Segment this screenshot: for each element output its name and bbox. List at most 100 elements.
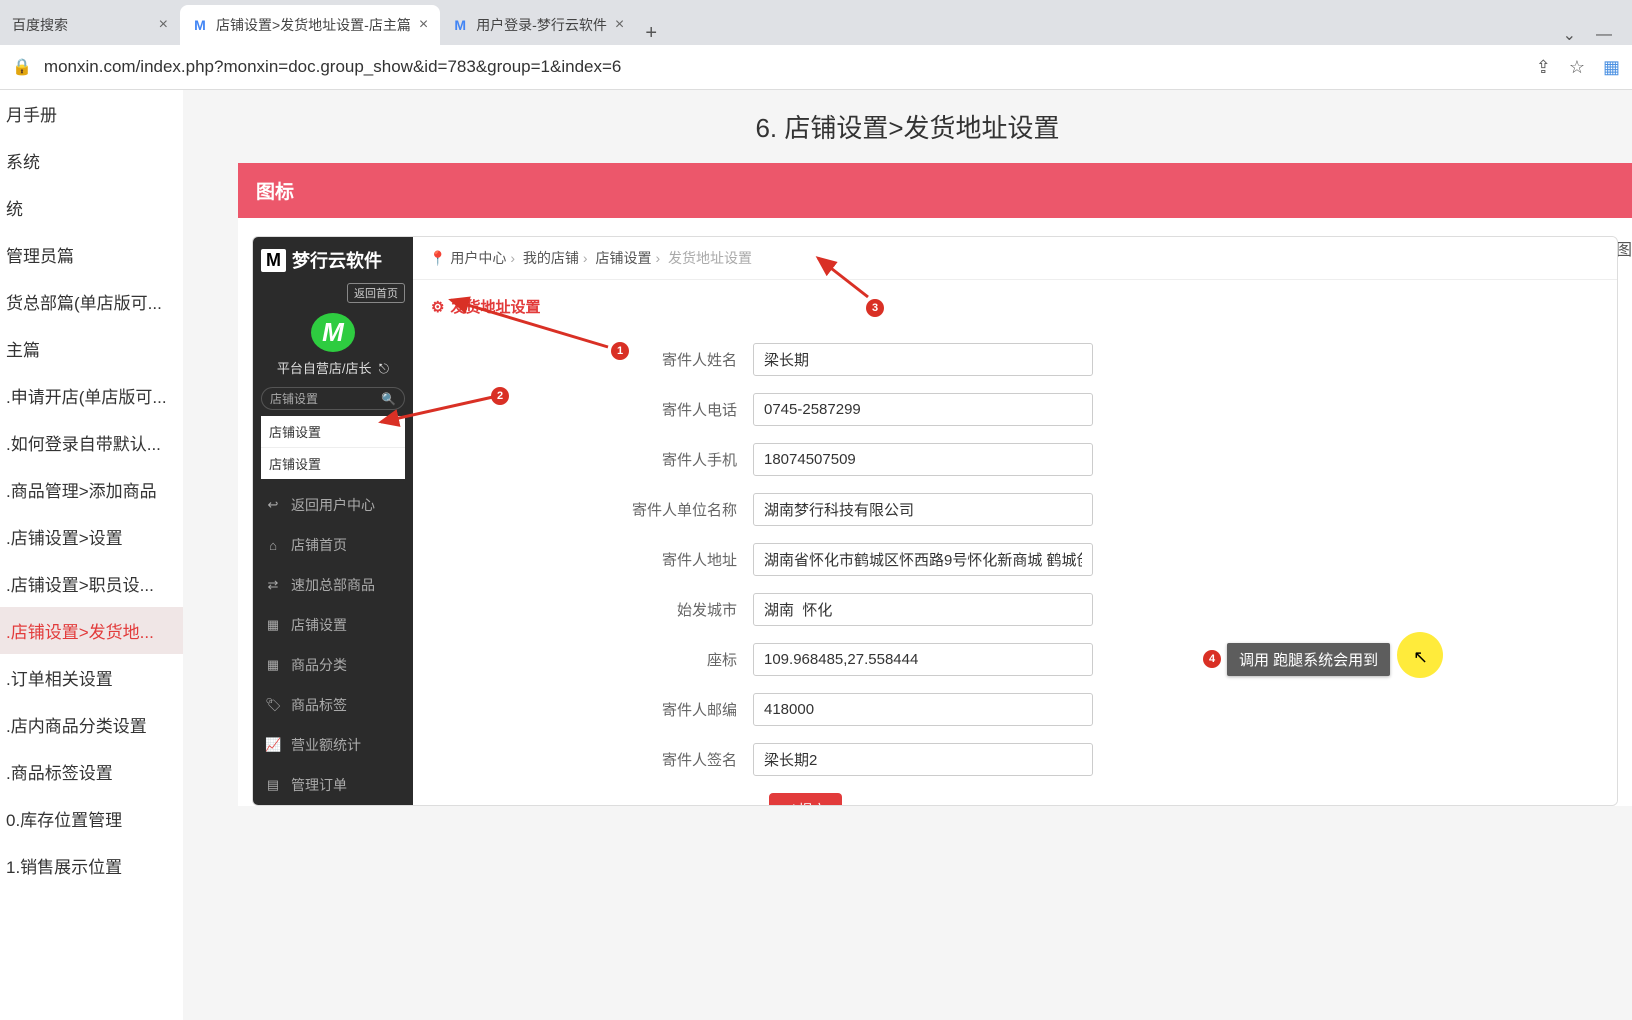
- cursor-icon: ↖: [1413, 647, 1428, 668]
- doc-item[interactable]: .店内商品分类设置: [0, 701, 183, 748]
- doc-item[interactable]: .如何登录自带默认...: [0, 419, 183, 466]
- input-signature[interactable]: [753, 743, 1093, 776]
- grid-icon: ▦: [265, 617, 281, 633]
- label-sender-company: 寄件人单位名称: [413, 499, 753, 520]
- doc-item[interactable]: 月手册: [0, 90, 183, 137]
- input-postcode[interactable]: [753, 693, 1093, 726]
- return-home-button[interactable]: 返回首页: [347, 283, 405, 303]
- store-name: 平台自营店/店长 ⎋: [253, 358, 413, 383]
- doc-item[interactable]: .订单相关设置: [0, 654, 183, 701]
- doc-item[interactable]: 系统: [0, 137, 183, 184]
- label-postcode: 寄件人邮编: [413, 699, 753, 720]
- menu-quick-add[interactable]: ⇄速加总部商品: [253, 565, 413, 605]
- doc-item[interactable]: 管理员篇: [0, 231, 183, 278]
- chevron-down-icon[interactable]: ⌄: [1563, 25, 1576, 45]
- menu-product-tag[interactable]: 🏷商品标签: [253, 685, 413, 725]
- dropdown-item[interactable]: 店铺设置: [261, 448, 405, 479]
- input-coords[interactable]: [753, 643, 1093, 676]
- location-icon: 📍: [429, 250, 446, 266]
- card-header: 图标: [238, 163, 1632, 218]
- menu-store-settings[interactable]: ▦店铺设置: [253, 605, 413, 645]
- chart-icon: 📈: [265, 737, 281, 753]
- input-origin-city[interactable]: [753, 593, 1093, 626]
- menu-return-user[interactable]: ↩返回用户中心: [253, 485, 413, 525]
- browser-tab-1[interactable]: M 店铺设置>发货地址设置-店主篇 ×: [180, 5, 440, 45]
- window-controls: ⌄ —: [1563, 25, 1632, 45]
- annotation-badge-3: 3: [866, 299, 884, 317]
- tab-title: 用户登录-梦行云软件: [476, 15, 607, 35]
- bc-item[interactable]: 我的店铺: [523, 250, 579, 266]
- bc-item[interactable]: 用户中心: [450, 250, 506, 266]
- submit-button[interactable]: ✓ 提交: [769, 793, 842, 806]
- annotation-arrow-2: [373, 392, 503, 432]
- doc-sidebar: 月手册 系统 统 管理员篇 货总部篇(单店版可... 主篇 .申请开店(单店版可…: [0, 90, 183, 1020]
- url-text[interactable]: monxin.com/index.php?monxin=doc.group_sh…: [44, 57, 1524, 77]
- minimize-icon[interactable]: —: [1596, 26, 1612, 44]
- input-sender-address[interactable]: [753, 543, 1093, 576]
- new-tab-button[interactable]: +: [636, 22, 666, 45]
- doc-item[interactable]: 货总部篇(单店版可...: [0, 278, 183, 325]
- search-value: 店铺设置: [270, 390, 381, 407]
- avatar[interactable]: M: [311, 313, 355, 352]
- brand-text: 梦行云软件: [292, 247, 382, 273]
- logo-icon: M: [261, 249, 286, 272]
- doc-item[interactable]: .商品标签设置: [0, 748, 183, 795]
- label-origin-city: 始发城市: [413, 599, 753, 620]
- browser-tab-strip: 百度搜索 × M 店铺设置>发货地址设置-店主篇 × M 用户登录-梦行云软件 …: [0, 0, 1632, 45]
- menu-orders[interactable]: ▤管理订单: [253, 765, 413, 805]
- browser-tab-2[interactable]: M 用户登录-梦行云软件 ×: [440, 5, 636, 45]
- favicon-icon: M: [452, 17, 468, 33]
- input-sender-mobile[interactable]: [753, 443, 1093, 476]
- page-title: 6. 店铺设置>发货地址设置: [183, 90, 1632, 163]
- menu-product-cat[interactable]: ▦商品分类: [253, 645, 413, 685]
- tab-title: 店铺设置>发货地址设置-店主篇: [216, 15, 411, 35]
- label-sender-name: 寄件人姓名: [413, 349, 753, 370]
- input-sender-phone[interactable]: [753, 393, 1093, 426]
- address-bar: 🔒 monxin.com/index.php?monxin=doc.group_…: [0, 45, 1632, 90]
- app-main: 📍 用户中心› 我的店铺› 店铺设置› 发货地址设置 ⚙ 发货地址设置 寄件人姓…: [413, 237, 1617, 805]
- logout-icon[interactable]: ⎋: [379, 361, 389, 376]
- bc-item[interactable]: 店铺设置: [595, 250, 651, 266]
- side-menu: ↩返回用户中心 ⌂店铺首页 ⇄速加总部商品 ▦店铺设置 ▦商品分类 🏷商品标签 …: [253, 485, 413, 805]
- doc-item[interactable]: 1.销售展示位置: [0, 842, 183, 889]
- close-icon[interactable]: ×: [615, 16, 624, 34]
- close-icon[interactable]: ×: [419, 16, 428, 34]
- tab-title: 百度搜索: [12, 15, 151, 35]
- browser-tab-0[interactable]: 百度搜索 ×: [0, 5, 180, 45]
- share-icon[interactable]: ⇪: [1536, 57, 1551, 78]
- card: 图标 图 M 梦行云软件 返回首页 M 平台自营店/店长 ⎋: [238, 163, 1632, 806]
- annotation-arrow-1: [443, 292, 613, 352]
- qr-icon[interactable]: ▦: [1603, 57, 1620, 78]
- favicon-icon: M: [192, 17, 208, 33]
- star-icon[interactable]: ☆: [1569, 57, 1585, 78]
- breadcrumb: 📍 用户中心› 我的店铺› 店铺设置› 发货地址设置: [413, 237, 1617, 280]
- close-icon[interactable]: ×: [159, 16, 168, 34]
- doc-item[interactable]: 统: [0, 184, 183, 231]
- label-sender-mobile: 寄件人手机: [413, 449, 753, 470]
- doc-item[interactable]: .店铺设置>职员设...: [0, 560, 183, 607]
- label-coords: 座标: [413, 649, 753, 670]
- app-panel: M 梦行云软件 返回首页 M 平台自营店/店长 ⎋ 店铺设置 🔍: [252, 236, 1618, 806]
- annotation-arrow-3: [688, 252, 888, 302]
- label-signature: 寄件人签名: [413, 749, 753, 770]
- app-sidebar: M 梦行云软件 返回首页 M 平台自营店/店长 ⎋ 店铺设置 🔍: [253, 237, 413, 805]
- menu-revenue[interactable]: 📈营业额统计: [253, 725, 413, 765]
- list-icon: ▤: [265, 777, 281, 793]
- doc-item-active[interactable]: .店铺设置>发货地...: [0, 607, 183, 654]
- tooltip: 调用 跑腿系统会用到: [1227, 643, 1390, 676]
- input-sender-company[interactable]: [753, 493, 1093, 526]
- menu-store-home[interactable]: ⌂店铺首页: [253, 525, 413, 565]
- input-sender-name[interactable]: [753, 343, 1093, 376]
- doc-item[interactable]: 主篇: [0, 325, 183, 372]
- annotation-badge-1: 1: [611, 342, 629, 360]
- label-sender-address: 寄件人地址: [413, 549, 753, 570]
- lock-icon[interactable]: 🔒: [12, 57, 32, 77]
- annotation-badge-4: 4: [1203, 650, 1221, 668]
- doc-item[interactable]: .申请开店(单店版可...: [0, 372, 183, 419]
- home-icon: ⌂: [265, 538, 281, 553]
- doc-item[interactable]: .商品管理>添加商品: [0, 466, 183, 513]
- doc-item[interactable]: .店铺设置>设置: [0, 513, 183, 560]
- doc-item[interactable]: 0.库存位置管理: [0, 795, 183, 842]
- content-area: 6. 店铺设置>发货地址设置 图标 图 M 梦行云软件 返回首页 M: [183, 90, 1632, 1020]
- tag-icon: 🏷: [265, 697, 281, 713]
